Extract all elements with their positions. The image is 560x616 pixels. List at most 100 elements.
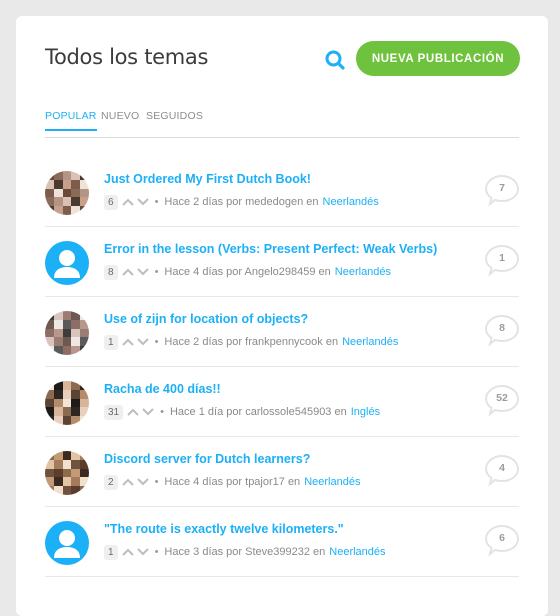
comment-count: 52 [496,392,508,404]
avatar-pixel [45,459,54,469]
avatar-pixel [45,486,54,495]
avatar-pixel [53,188,63,198]
avatar-pixel [71,319,81,329]
search-icon[interactable] [324,49,346,71]
comment-count-bubble[interactable]: 8 [485,314,521,348]
downvote-icon[interactable] [136,547,150,557]
avatar-pixel [62,459,72,469]
avatar-pixel [45,311,54,320]
language-link[interactable]: Neerlandés [329,546,385,558]
post-title[interactable]: Discord server for Dutch learners? [104,452,310,466]
avatar[interactable] [45,311,89,355]
avatar[interactable] [45,381,89,425]
post-title[interactable]: Use of zijn for location of objects? [104,312,308,326]
avatar[interactable] [45,171,89,215]
avatar-image [45,381,89,425]
avatar-pixel [53,311,63,320]
comment-count-bubble[interactable]: 7 [485,174,521,208]
avatar-pixel [80,389,89,399]
avatar-pixel [62,346,72,355]
downvote-icon[interactable] [136,197,150,207]
post-meta: 31 • Hace 1 día por carlossole545903 en … [104,404,380,420]
comment-count-bubble[interactable]: 52 [485,384,521,418]
post-info: Hace 1 día por carlossole545903 en [169,406,347,418]
avatar-pixel [71,188,81,198]
avatar-pixel [53,486,63,495]
avatar-pixel [62,407,72,417]
avatar-pixel [53,398,63,408]
avatar-pixel [62,328,72,338]
language-link[interactable]: Neerlandés [304,476,360,488]
avatar-pixel [53,468,63,478]
comment-count-bubble[interactable]: 6 [485,524,521,558]
downvote-icon[interactable] [136,267,150,277]
avatar-pixel [53,171,63,180]
comment-count: 6 [499,532,505,544]
upvote-icon[interactable] [121,477,135,487]
upvote-icon[interactable] [121,197,135,207]
upvote-icon[interactable] [121,267,135,277]
avatar-pixel [80,328,89,338]
tab-followed[interactable]: SEGUIDOS [146,110,203,130]
avatar-pixel [71,381,81,390]
avatar-pixel [45,346,54,355]
avatar-pixel [62,477,72,487]
avatar-pixel [80,477,89,487]
avatar-pixel [71,328,81,338]
avatar-pixel [80,311,89,320]
avatar-pixel [71,451,81,460]
language-link[interactable]: Inglés [351,406,380,418]
avatar-pixel [53,337,63,347]
language-link[interactable]: Neerlandés [342,336,398,348]
post-title[interactable]: Error in the lesson (Verbs: Present Perf… [104,242,437,256]
post-title[interactable]: "The route is exactly twelve kilometers.… [104,522,344,536]
avatar-pixel [71,197,81,207]
avatar[interactable] [45,241,89,285]
avatar-pixel [45,416,54,425]
upvote-icon[interactable] [126,407,140,417]
avatar-pixel [80,486,89,495]
post-meta: 2 • Hace 4 días por tpajor17 en Neerland… [104,474,360,490]
tab-bar: POPULAR NUEVO SEGUIDOS [45,110,519,138]
downvote-icon[interactable] [136,477,150,487]
avatar-pixel [53,477,63,487]
avatar[interactable] [45,451,89,495]
avatar-pixel [80,319,89,329]
post-meta: 8 • Hace 4 días por Angelo298459 en Neer… [104,264,391,280]
avatar-image [45,171,89,215]
avatar-image [45,311,89,355]
avatar-pixel [62,171,72,180]
avatar-pixel [53,451,63,460]
post-info: Hace 4 días por Angelo298459 en [164,266,331,278]
downvote-icon[interactable] [136,337,150,347]
new-post-button[interactable]: NUEVA PUBLICACIÓN [356,41,520,76]
post-title[interactable]: Just Ordered My First Dutch Book! [104,172,311,186]
avatar-pixel [80,206,89,215]
avatar-pixel [53,319,63,329]
avatar-pixel [62,179,72,189]
tab-new[interactable]: NUEVO [101,110,139,130]
post-info: Hace 2 días por mededogen en [164,196,319,208]
avatar-pixel [45,197,54,207]
post-row: Use of zijn for location of objects? 1 •… [45,296,521,367]
avatar[interactable] [45,521,89,565]
separator-dot: • [154,546,159,558]
downvote-icon[interactable] [141,407,155,417]
upvote-icon[interactable] [121,547,135,557]
avatar-pixel [80,197,89,207]
post-row: Racha de 400 días!! 31 • Hace 1 día por … [45,366,521,437]
language-link[interactable]: Neerlandés [335,266,391,278]
avatar-pixel [45,407,54,417]
post-title[interactable]: Racha de 400 días!! [104,382,221,396]
tab-popular[interactable]: POPULAR [45,110,97,131]
language-link[interactable]: Neerlandés [323,196,379,208]
avatar-pixel [62,337,72,347]
comment-count-bubble[interactable]: 4 [485,454,521,488]
upvote-icon[interactable] [121,337,135,347]
comment-count: 8 [499,322,505,334]
separator-dot: • [154,196,159,208]
comment-count-bubble[interactable]: 1 [485,244,521,278]
avatar-pixel [53,459,63,469]
avatar-pixel [53,381,63,390]
avatar-pixel [45,188,54,198]
